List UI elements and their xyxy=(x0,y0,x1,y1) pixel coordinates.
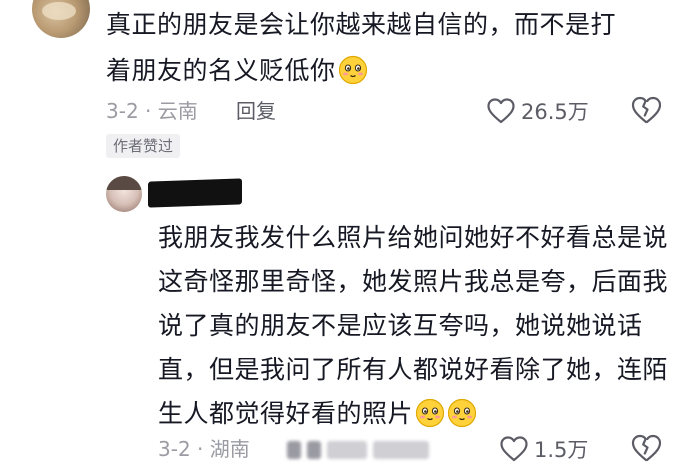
reply-like-count: 1.5万 xyxy=(534,438,589,462)
reply-dislike-button[interactable] xyxy=(631,434,662,466)
redacted-username xyxy=(148,178,242,208)
blush-smile-emoji-icon xyxy=(338,55,368,85)
blush-smile-emoji-icon xyxy=(415,398,445,428)
heart-outline-icon xyxy=(500,436,528,462)
reply-button[interactable]: 回复 xyxy=(236,96,276,126)
heart-outline-icon xyxy=(487,98,515,124)
commenter-avatar[interactable] xyxy=(32,0,90,38)
dislike-button[interactable] xyxy=(631,96,662,128)
reply-like-button[interactable]: 1.5万 xyxy=(500,434,588,464)
comment-text-line1: 真正的朋友是会让你越来越自信的，而不是打 xyxy=(106,10,617,39)
reply-text: 我朋友我发什么照片给她问她好不好看总是说这奇怪那里奇怪，她发照片我总是夸，后面我… xyxy=(158,216,668,436)
blush-smile-emoji-icon xyxy=(447,398,477,428)
comment-text-line2: 着朋友的名义贬低你 xyxy=(106,56,336,85)
reply-date-location: 3-2 · 湖南 xyxy=(158,437,250,461)
like-button[interactable]: 26.5万 xyxy=(487,96,589,126)
blurred-reply-button xyxy=(287,438,437,462)
replier-avatar[interactable] xyxy=(106,176,142,212)
author-liked-badge: 作者赞过 xyxy=(106,134,181,158)
broken-heart-icon xyxy=(631,434,662,462)
broken-heart-icon xyxy=(631,96,662,124)
reply-text-body: 我朋友我发什么照片给她问她好不好看总是说这奇怪那里奇怪，她发照片我总是夸，后面我… xyxy=(158,223,669,428)
like-count: 26.5万 xyxy=(521,100,589,124)
comment-text: 真正的朋友是会让你越来越自信的，而不是打 着朋友的名义贬低你 xyxy=(106,2,666,94)
comment-date-location: 3-2 · 云南 xyxy=(106,99,198,123)
